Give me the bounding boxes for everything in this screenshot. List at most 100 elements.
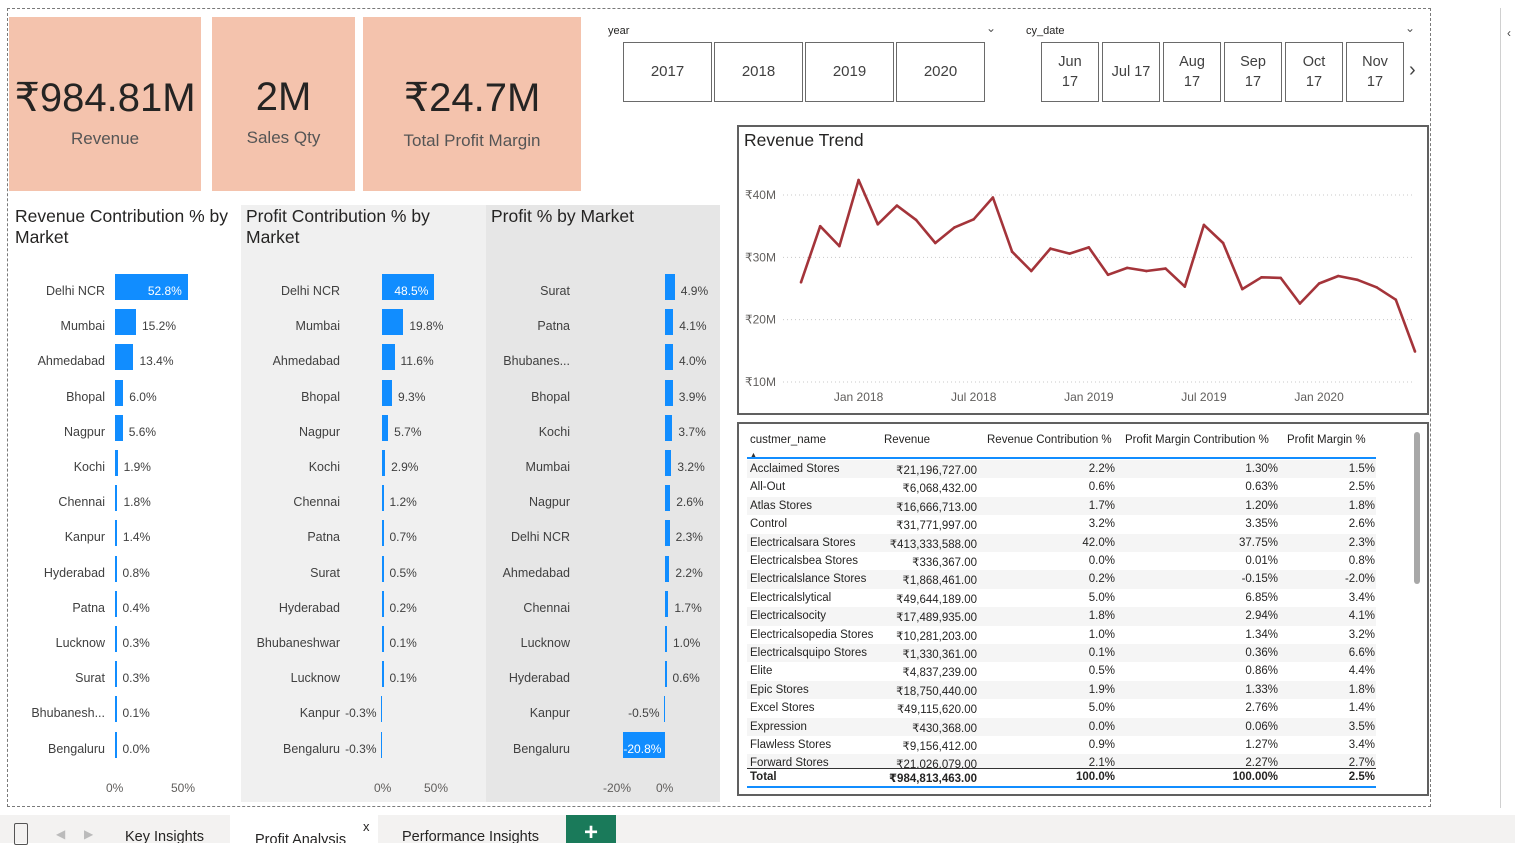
revenue-trend-visual[interactable]: Revenue Trend ₹40M ₹30M ₹20M ₹10M Jan 2018 Ju…	[737, 125, 1429, 415]
table-header-3[interactable]: Revenue Contribution %	[987, 434, 1112, 446]
revenue-point[interactable]	[1298, 302, 1302, 305]
chevron-right-icon[interactable]: ›	[1409, 59, 1416, 82]
kpi-profit-card[interactable]: ₹24.7M Total Profit Margin	[363, 17, 581, 191]
tab-profit-analysis[interactable]: Profit Analysis	[230, 815, 378, 843]
customer-table-visual[interactable]: custmer_name Revenue Revenue Contribution …	[737, 422, 1429, 796]
tab-key-insights[interactable]: Key Insights	[100, 815, 228, 843]
bar[interactable]	[115, 450, 118, 476]
revenue-point[interactable]	[1010, 250, 1014, 254]
revenue-point[interactable]	[1394, 298, 1398, 302]
revenue-series-line[interactable]	[799, 178, 1417, 352]
bar[interactable]	[380, 696, 382, 723]
revenue-point[interactable]	[799, 280, 803, 284]
bar[interactable]	[665, 520, 670, 547]
bar[interactable]	[382, 414, 389, 441]
bar[interactable]	[115, 414, 123, 441]
bar[interactable]	[665, 661, 667, 688]
year-slicer-tile[interactable]: 2019	[805, 42, 894, 102]
bar[interactable]	[665, 414, 673, 441]
bar[interactable]	[382, 661, 384, 688]
bar[interactable]	[382, 379, 393, 406]
revenue-point[interactable]	[1260, 275, 1263, 279]
revenue-point[interactable]	[934, 241, 937, 245]
bar[interactable]	[382, 626, 384, 652]
date-slicer-tile[interactable]: Nov 17	[1346, 42, 1404, 102]
revenue-point[interactable]	[1413, 350, 1417, 353]
revenue-point[interactable]	[1375, 285, 1378, 289]
bar[interactable]	[382, 344, 395, 371]
date-slicer-tile[interactable]: Jul 17	[1102, 42, 1160, 102]
revenue-point[interactable]	[1106, 273, 1110, 277]
revenue-point[interactable]	[1125, 266, 1129, 270]
table-header-4[interactable]: Profit Margin Contribution %	[1125, 434, 1269, 446]
chevron-left-icon[interactable]: ◀	[56, 827, 65, 841]
revenue-point[interactable]	[991, 196, 995, 199]
date-slicer-tile[interactable]: Oct 17	[1285, 42, 1343, 102]
bar[interactable]	[115, 555, 117, 582]
add-page-button[interactable]: +	[566, 815, 616, 846]
bar[interactable]	[665, 309, 674, 336]
table-header-1[interactable]: custmer_name	[750, 434, 826, 446]
revenue-point[interactable]	[1087, 246, 1091, 249]
revenue-point[interactable]	[1317, 282, 1321, 285]
bar[interactable]	[115, 309, 136, 336]
bar[interactable]	[115, 379, 124, 406]
bar[interactable]	[115, 344, 134, 371]
bar[interactable]	[382, 450, 386, 476]
tab-performance-insights[interactable]: Performance Insights	[380, 815, 566, 843]
bar[interactable]	[382, 555, 384, 582]
date-slicer-tile[interactable]: Jun 17	[1041, 42, 1099, 102]
revenue-point[interactable]	[876, 222, 880, 226]
revenue-point[interactable]	[1145, 269, 1148, 273]
revenue-point[interactable]	[1279, 276, 1282, 280]
bar[interactable]	[665, 590, 669, 617]
table-scrollbar[interactable]	[1414, 432, 1420, 584]
bar[interactable]	[382, 309, 404, 336]
revenue-point[interactable]	[895, 204, 899, 207]
bar[interactable]	[663, 696, 665, 723]
bar[interactable]	[380, 731, 382, 758]
bar[interactable]	[115, 485, 118, 512]
revenue-point[interactable]	[1183, 285, 1187, 288]
bar[interactable]	[665, 274, 675, 300]
chevron-left-icon[interactable]: ‹	[1507, 26, 1511, 40]
chevron-right-icon[interactable]: ▶	[84, 827, 93, 841]
revenue-point[interactable]	[1068, 252, 1071, 255]
year-slicer-tile[interactable]: 2018	[714, 42, 803, 102]
revenue-point[interactable]	[818, 224, 822, 228]
bar[interactable]	[115, 731, 117, 758]
bar[interactable]	[665, 344, 673, 371]
bar[interactable]	[115, 696, 117, 723]
revenue-point[interactable]	[1202, 223, 1206, 227]
table-header-5[interactable]: Profit Margin %	[1287, 434, 1366, 446]
bar[interactable]	[115, 520, 117, 547]
bar[interactable]	[665, 450, 672, 476]
bar[interactable]	[115, 590, 117, 617]
year-slicer-tile[interactable]: 2020	[896, 42, 985, 102]
revenue-point[interactable]	[1336, 274, 1340, 278]
revenue-point[interactable]	[1356, 278, 1359, 282]
chevron-down-icon[interactable]: ⌄	[986, 21, 996, 35]
bar[interactable]	[665, 485, 671, 512]
page-view-icon[interactable]	[14, 823, 28, 845]
bar[interactable]	[115, 626, 117, 652]
revenue-point[interactable]	[857, 178, 860, 182]
revenue-point[interactable]	[914, 218, 918, 222]
kpi-revenue-card[interactable]: ₹984.81M Revenue	[9, 17, 201, 191]
table-header-2[interactable]: Revenue	[884, 434, 930, 446]
bar[interactable]	[665, 555, 670, 582]
revenue-point[interactable]	[953, 226, 956, 229]
tab-close-icon[interactable]: x	[363, 819, 370, 834]
revenue-point[interactable]	[838, 244, 841, 248]
revenue-point[interactable]	[1221, 241, 1225, 245]
bar[interactable]	[382, 590, 384, 617]
date-slicer-tile[interactable]: Aug 17	[1163, 42, 1221, 102]
kpi-sales-qty-card[interactable]: 2M Sales Qty	[212, 17, 355, 191]
revenue-point[interactable]	[1164, 267, 1167, 270]
bar[interactable]	[115, 661, 117, 688]
revenue-point[interactable]	[1049, 247, 1052, 250]
bar[interactable]	[665, 379, 673, 406]
revenue-point[interactable]	[1029, 269, 1033, 273]
revenue-point[interactable]	[972, 218, 975, 221]
revenue-point[interactable]	[1241, 287, 1244, 291]
